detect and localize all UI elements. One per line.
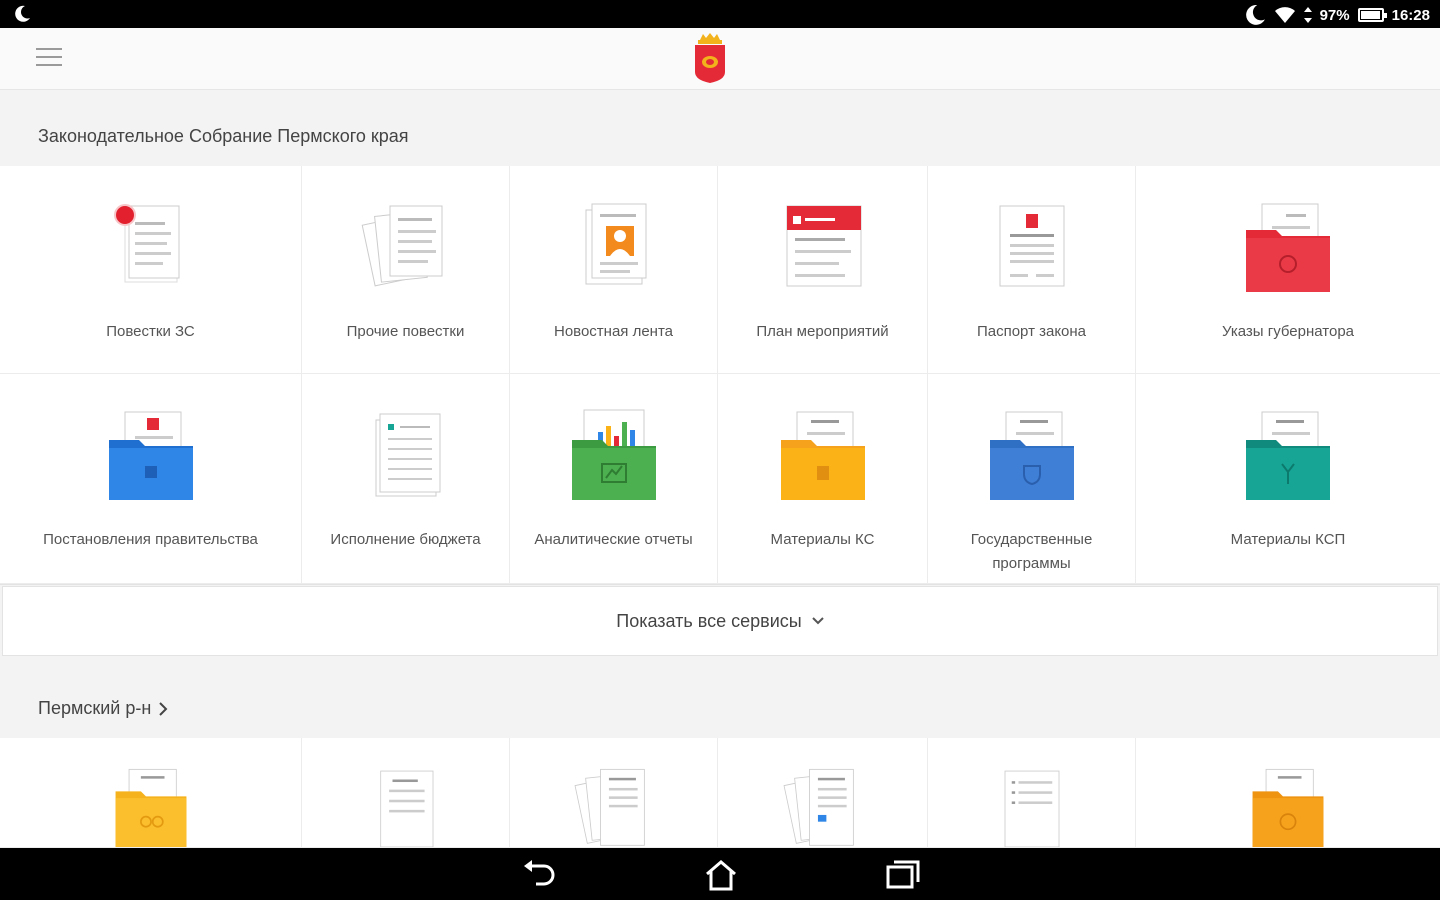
tile-news-feed[interactable]: Новостная лента (510, 166, 718, 374)
tile-label: Новостная лента (553, 323, 674, 340)
tile-event-plan[interactable]: План мероприятий (718, 166, 928, 374)
tile-district-5[interactable] (928, 738, 1136, 848)
document-icon (379, 770, 433, 847)
district-services-grid (0, 738, 1440, 848)
services-grid: Повестки ЗС Прочие повестки Новостная ле… (0, 166, 1440, 585)
show-all-label: Показать все сервисы (616, 610, 802, 631)
red-folder-icon (1246, 203, 1330, 292)
tile-label: Материалы КСП (1230, 531, 1346, 548)
teal-folder-icon (1246, 411, 1330, 500)
tile-analytical-reports[interactable]: Аналитические отчеты (510, 374, 718, 584)
wifi-icon (1274, 7, 1295, 23)
tile-district-2[interactable] (302, 738, 510, 848)
moon-icon (15, 5, 30, 22)
fanned-documents-icon (574, 768, 645, 846)
blue-program-folder-icon (989, 411, 1074, 500)
notification-badge (114, 204, 136, 226)
tile-district-6[interactable] (1136, 738, 1440, 848)
tile-label: Исполнение бюджета (330, 531, 481, 548)
section-title-legislative-assembly: Законодательное Собрание Пермского края (38, 126, 409, 146)
tile-label: Аналитические отчеты (534, 531, 693, 548)
hamburger-menu-icon[interactable] (36, 48, 68, 70)
tile-label: Паспорт закона (976, 323, 1087, 340)
do-not-disturb-moon-icon (1245, 5, 1265, 25)
recent-apps-icon[interactable] (885, 858, 921, 892)
show-all-services-button[interactable]: Показать все сервисы (2, 586, 1438, 656)
tile-government-resolutions[interactable]: Постановления правительства (0, 374, 302, 584)
budget-document-icon (375, 413, 440, 497)
orange-question-folder-icon (1252, 768, 1324, 847)
tile-label: Постановления правительства (43, 531, 258, 548)
news-document-icon (585, 203, 646, 285)
tile-district-4[interactable] (718, 738, 928, 848)
tile-other-agendas[interactable]: Прочие повестки (302, 166, 510, 374)
app-bar (0, 28, 1440, 90)
section-title-label: Пермский р-н (38, 698, 152, 718)
chevron-right-icon (159, 701, 168, 716)
green-chart-folder-icon (571, 409, 656, 500)
clock: 16:28 (1391, 6, 1430, 24)
document-list-icon (1004, 770, 1059, 847)
tile-district-3[interactable] (510, 738, 718, 848)
yellow-people-folder-icon (115, 768, 186, 847)
tile-budget-execution[interactable]: Исполнение бюджета (302, 374, 510, 584)
tile-district-1[interactable] (0, 738, 302, 848)
home-icon[interactable] (703, 858, 739, 892)
yellow-folder-icon (780, 411, 865, 500)
calendar-document-icon (786, 205, 861, 287)
system-navigation-bar (0, 848, 1440, 900)
chevron-down-icon (812, 617, 824, 625)
tile-governor-decrees[interactable]: Указы губернатора (1136, 166, 1440, 374)
back-icon[interactable] (522, 858, 558, 892)
tile-label: Указы губернатора (1221, 323, 1355, 340)
data-arrows-icon (1303, 7, 1312, 23)
tile-state-programs[interactable]: Государственные программы (928, 374, 1136, 584)
tile-agendas-zs[interactable]: Повестки ЗС (0, 166, 302, 374)
section-title-perm-district[interactable]: Пермский р-н (38, 698, 168, 719)
tile-label: Материалы КС (770, 531, 875, 548)
status-bar: 97% 16:28 (0, 0, 1440, 28)
battery-icon (1357, 8, 1387, 22)
tile-label: План мероприятий (756, 323, 889, 340)
fanned-documents-icon (783, 768, 854, 846)
tile-label: Повестки ЗС (106, 323, 195, 340)
tile-ksp-materials[interactable]: Материалы КСП (1136, 374, 1440, 584)
coat-of-arms-logo (695, 33, 725, 83)
fanned-documents-icon (361, 205, 442, 287)
law-passport-icon (999, 205, 1064, 287)
tile-label: Прочие повестки (346, 323, 465, 340)
tile-law-passport[interactable]: Паспорт закона (928, 166, 1136, 374)
tile-ks-materials[interactable]: Материалы КС (718, 374, 928, 584)
tile-label: Государственные программы (970, 531, 1093, 572)
battery-percent: 97% (1319, 6, 1350, 24)
blue-folder-icon (108, 411, 193, 500)
